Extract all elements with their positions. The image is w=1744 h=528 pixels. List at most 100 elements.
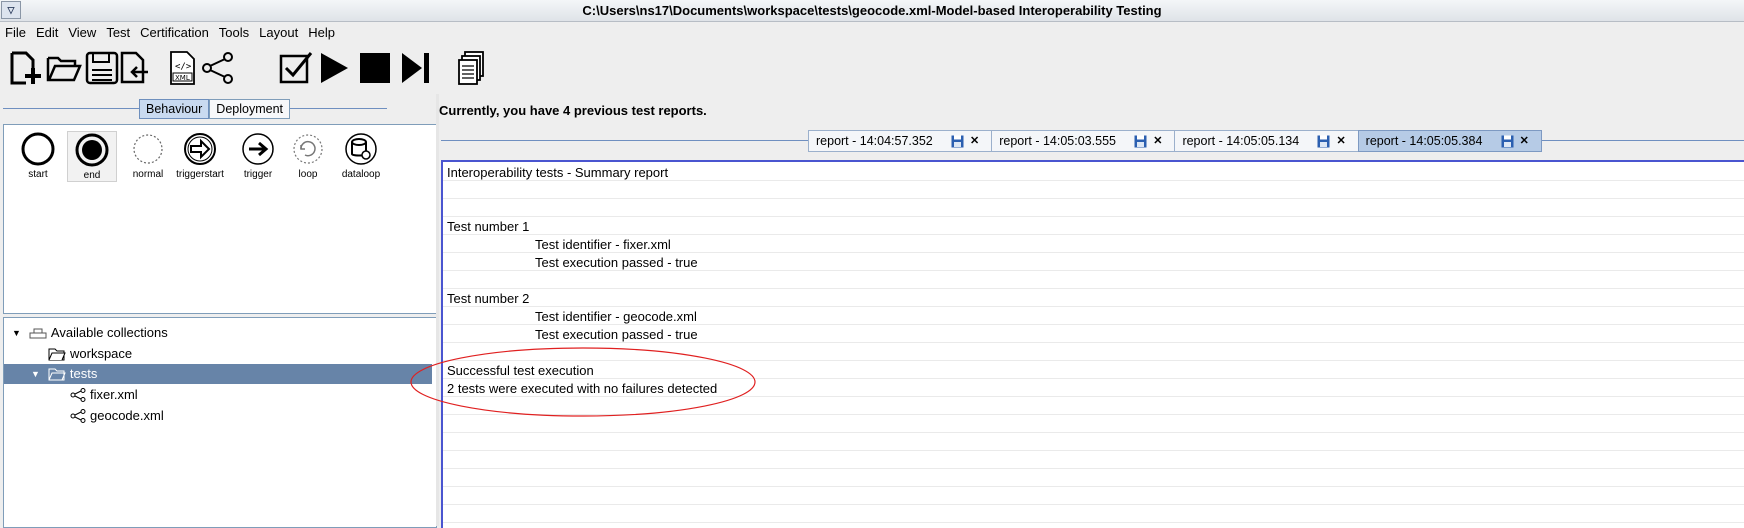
split-pane-divider[interactable] [436,94,439,526]
save-icon[interactable] [84,50,120,86]
tree-item-tests[interactable]: ▼ tests [4,364,432,384]
test-2-header: Test number 2 [447,291,530,306]
play-icon[interactable] [316,50,352,86]
report-count-message: Currently, you have 4 previous test repo… [439,103,707,118]
report-row-line [443,180,1744,199]
stop-icon[interactable] [357,50,393,86]
loop-node-icon [293,134,323,164]
annotation-ellipse [410,347,756,417]
left-tabbar: Behaviour Deployment [139,99,290,119]
report-row-line [443,198,1744,217]
report-panel: Interoperability tests - Summary report … [441,160,1744,528]
menu-help[interactable]: Help [303,25,340,40]
window-title: C:\Users\ns17\Documents\workspace\tests\… [582,3,1162,18]
report-row-line [443,288,1744,307]
collections-icon [29,328,47,339]
menu-edit[interactable]: Edit [31,25,63,40]
graph-file-icon [70,409,86,423]
palette-loop[interactable]: loop [284,131,332,180]
palette-dataloop-label: dataloop [341,169,381,180]
palette-trigger-label: trigger [243,169,273,180]
palette-start-label: start [28,169,48,180]
close-icon[interactable]: ✕ [1520,131,1529,151]
palette-loop-label: loop [298,169,318,180]
tree-item-fixer-label: fixer.xml [90,387,138,402]
expand-arrow-icon[interactable]: ▼ [31,364,40,384]
test-1-passed: Test execution passed - true [535,255,698,270]
title-bar: ▽ C:\Users\ns17\Documents\workspace\test… [0,0,1744,22]
palette-trigger[interactable]: trigger [234,131,282,180]
export-icon[interactable] [118,50,154,86]
palette-triggerstart-label: triggerstart [176,169,224,180]
new-file-icon[interactable] [8,50,44,86]
tab-report-3[interactable]: report - 14:05:05.134 ✕ [1174,130,1359,152]
xml-icon[interactable]: </> XML [165,50,201,86]
palette-normal-label: normal [132,169,164,180]
share-graph-icon[interactable] [200,50,236,86]
menu-view[interactable]: View [63,25,101,40]
save-icon[interactable] [1317,135,1330,148]
svg-text:XML: XML [175,74,190,82]
tree-item-workspace[interactable]: workspace [48,344,132,364]
palette-dataloop[interactable]: dataloop [337,131,385,180]
step-forward-icon[interactable] [398,50,434,86]
palette-start[interactable]: start [14,131,62,180]
tree-item-tests-label: tests [69,366,98,381]
tab-report-2-label: report - 14:05:03.555 [999,134,1116,148]
report-row-line [443,486,1744,505]
collections-tree: ▼ Available collections workspace ▼ test… [3,317,437,528]
save-icon[interactable] [1501,135,1514,148]
palette-end-label: end [83,170,101,181]
close-icon[interactable]: ✕ [1153,131,1162,151]
tree-root-label: Available collections [50,325,168,340]
menu-tools[interactable]: Tools [214,25,254,40]
tab-report-4-label: report - 14:05:05.384 [1365,134,1483,148]
test-2-identifier: Test identifier - geocode.xml [535,309,697,324]
menu-certification[interactable]: Certification [135,25,214,40]
tree-item-fixer[interactable]: fixer.xml [70,385,138,405]
save-icon[interactable] [951,135,964,148]
tree-item-workspace-label: workspace [70,346,133,361]
tab-behaviour[interactable]: Behaviour [139,99,210,119]
tab-report-3-label: report - 14:05:05.134 [1182,134,1300,148]
tree-item-geocode-label: geocode.xml [90,408,164,423]
copy-documents-icon[interactable] [453,50,489,86]
tab-report-1[interactable]: report - 14:04:57.352 ✕ [808,130,993,152]
close-icon[interactable]: ✕ [1336,131,1345,151]
report-title: Interoperability tests - Summary report [447,165,669,180]
menu-layout[interactable]: Layout [254,25,303,40]
triggerstart-node-icon [184,133,216,165]
report-row-line [443,522,1744,528]
open-folder-icon[interactable] [46,50,82,86]
start-node-icon [21,132,55,166]
trigger-node-icon [242,133,274,165]
palette-triggerstart[interactable]: triggerstart [176,131,224,180]
graph-file-icon [70,388,86,402]
tree-root[interactable]: ▼ Available collections [12,323,168,343]
tab-report-4[interactable]: report - 14:05:05.384 ✕ [1357,130,1542,152]
validate-icon[interactable] [278,50,314,86]
expand-arrow-icon[interactable]: ▼ [12,323,21,343]
report-row-line [443,450,1744,469]
report-row-line [443,270,1744,289]
report-row-line [443,468,1744,487]
report-row-line [443,504,1744,523]
tree-item-geocode[interactable]: geocode.xml [70,406,164,426]
report-tabbar: report - 14:04:57.352 ✕ report - 14:05:0… [808,130,1542,152]
report-row-line [443,432,1744,451]
report-row-line [443,216,1744,235]
menu-test[interactable]: Test [101,25,135,40]
system-menu-icon[interactable]: ▽ [1,1,21,19]
palette-end[interactable]: end [67,131,117,182]
menu-file[interactable]: File [0,25,31,40]
tab-report-1-label: report - 14:04:57.352 [816,134,933,148]
save-icon[interactable] [1134,135,1147,148]
tab-deployment[interactable]: Deployment [209,99,290,119]
tab-report-2[interactable]: report - 14:05:03.555 ✕ [991,130,1176,152]
test-2-passed: Test execution passed - true [535,327,698,342]
close-icon[interactable]: ✕ [970,131,979,151]
menu-bar: File Edit View Test Certification Tools … [0,22,1744,42]
normal-node-icon [133,134,163,164]
palette-normal[interactable]: normal [124,131,172,180]
toolbar: </> XML [0,44,1744,94]
